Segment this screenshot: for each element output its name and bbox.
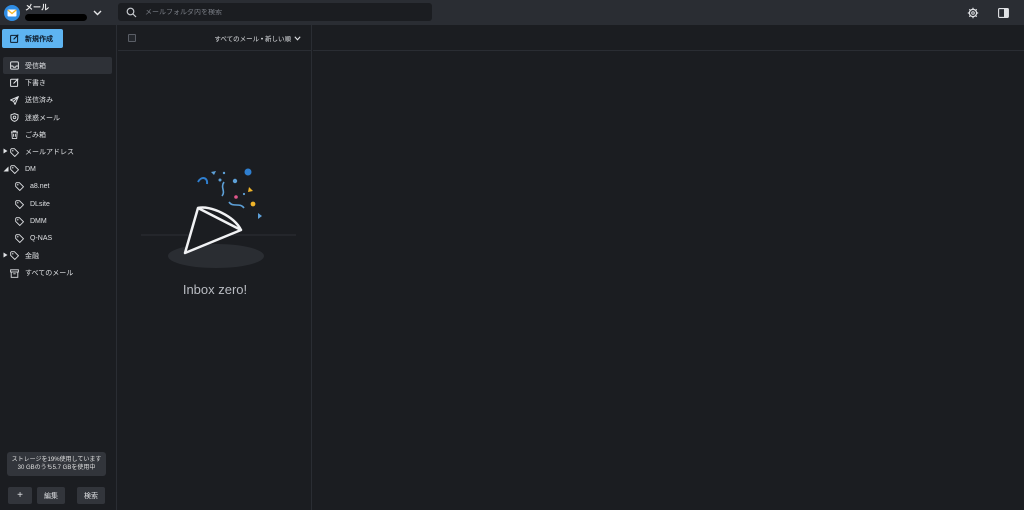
sidebar-item-dlsite[interactable]: DLsite (0, 195, 117, 212)
archive-icon (10, 269, 19, 278)
sidebar-item-label: 迷惑メール (25, 114, 60, 122)
sidebar-item-inbox[interactable]: 受信箱 (3, 57, 112, 75)
draft-icon (10, 78, 19, 88)
tag-icon (10, 251, 19, 261)
compose-label: 新規作成 (25, 35, 53, 43)
add-folder-button[interactable]: + (8, 487, 32, 504)
tag-icon (15, 199, 24, 209)
sidebar-item-dmm[interactable]: DMM (0, 213, 117, 230)
edit-label: 編集 (44, 492, 58, 500)
send-icon (10, 95, 19, 105)
layout-toggle-icon[interactable] (997, 6, 1010, 19)
sidebar-item-label: a8.net (30, 183, 50, 191)
add-label: + (17, 490, 23, 501)
top-bar: メール (0, 0, 1024, 25)
reading-pane-header (313, 25, 1024, 51)
sidebar-item-drafts[interactable]: 下書き (0, 74, 117, 91)
shield-icon (10, 113, 19, 122)
search-input[interactable] (145, 8, 415, 16)
sidebar-item-label: Q-NAS (30, 235, 53, 243)
tag-icon (15, 182, 24, 192)
sidebar-item-spam[interactable]: 迷惑メール (0, 109, 117, 126)
message-list-pane: すべてのメール • 新しい順 Inbox zero! (118, 25, 312, 510)
sidebar-item-trash[interactable]: ごみ箱 (0, 126, 117, 143)
sidebar-item-addresses[interactable]: メールアドレス (0, 143, 117, 160)
sidebar-item-all-mail[interactable]: すべてのメール (0, 265, 117, 282)
sort-label: すべてのメール • 新しい順 (214, 36, 291, 43)
empty-state-text: Inbox zero! (182, 282, 248, 297)
edit-folders-button[interactable]: 編集 (37, 487, 65, 504)
sidebar-item-label: メールアドレス (25, 149, 74, 157)
sidebar-item-label: 金融 (25, 252, 39, 260)
mail-logo-icon (4, 4, 20, 21)
chevron-down-icon (294, 35, 301, 41)
sidebar-item-label: DMM (30, 217, 47, 225)
sidebar-item-label: DM (25, 165, 36, 173)
app-title: メール (25, 3, 49, 12)
tag-icon (10, 165, 19, 174)
sidebar: 新規作成 受信箱 下書き 送信済み 迷惑メール ごみ箱 メールアドレス DM a… (0, 25, 117, 510)
list-header: すべてのメール • 新しい順 (118, 25, 311, 51)
sidebar-item-a8net[interactable]: a8.net (0, 178, 117, 195)
expand-caret-icon[interactable] (3, 148, 8, 154)
storage-quota-text: 30 GBのうち5.7 GBを使用中 (17, 465, 96, 471)
sidebar-item-sent[interactable]: 送信済み (0, 92, 117, 109)
tag-icon (15, 217, 24, 226)
gear-icon[interactable] (966, 6, 979, 19)
storage-usage-box: ストレージを19%使用しています 30 GBのうち5.7 GBを使用中 (7, 452, 106, 476)
compose-button[interactable]: 新規作成 (2, 29, 63, 48)
sidebar-item-finance[interactable]: 金融 (0, 247, 117, 264)
search-bar[interactable] (118, 3, 432, 21)
app-switcher[interactable]: メール (0, 0, 117, 25)
sidebar-item-label: DLsite (30, 200, 50, 208)
chevron-down-icon[interactable] (92, 8, 102, 18)
party-popper-illustration (141, 168, 296, 268)
storage-usage-text: ストレージを19%使用しています (11, 456, 102, 463)
sidebar-item-label: 送信済み (25, 97, 53, 105)
search-label: 検索 (84, 492, 98, 500)
sidebar-item-qnas[interactable]: Q-NAS (0, 230, 117, 247)
trash-icon (10, 130, 19, 140)
select-all-checkbox[interactable] (128, 34, 136, 42)
collapse-caret-icon[interactable] (3, 166, 9, 172)
search-folders-button[interactable]: 検索 (77, 487, 105, 504)
sidebar-item-label: ごみ箱 (25, 131, 46, 139)
sidebar-item-label: 受信箱 (25, 62, 46, 70)
tag-icon (15, 234, 24, 244)
sort-dropdown[interactable]: すべてのメール • 新しい順 (214, 33, 301, 43)
reading-pane (313, 25, 1024, 510)
account-name-redacted (25, 14, 87, 21)
inbox-icon (10, 61, 19, 70)
sidebar-item-dm[interactable]: DM (0, 161, 117, 178)
expand-caret-icon[interactable] (3, 252, 8, 258)
folder-list: 受信箱 下書き 送信済み 迷惑メール ごみ箱 メールアドレス DM a8.net… (0, 57, 117, 282)
compose-icon (10, 34, 19, 43)
sidebar-item-label: すべてのメール (25, 270, 74, 278)
tag-icon (10, 147, 19, 157)
search-icon (126, 7, 137, 18)
sidebar-item-label: 下書き (25, 79, 46, 87)
